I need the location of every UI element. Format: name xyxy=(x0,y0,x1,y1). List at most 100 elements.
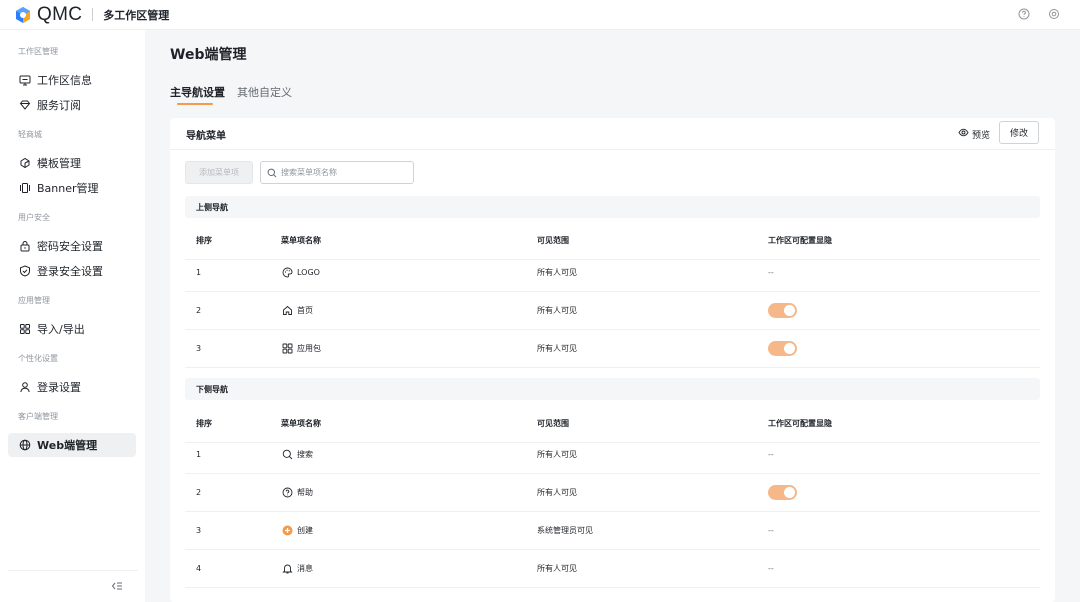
row-configurable: -- xyxy=(768,564,774,573)
table-row: 1 搜索 所有人可见 -- xyxy=(185,436,1040,474)
row-name: 消息 xyxy=(297,564,313,573)
sidebar-item-label: 登录设置 xyxy=(37,381,81,394)
sidebar-item-label: 服务订阅 xyxy=(37,99,81,112)
shield-icon xyxy=(18,265,31,278)
row-order: 3 xyxy=(196,344,202,353)
palette-icon xyxy=(281,267,293,279)
row-visibility: 所有人可见 xyxy=(537,450,577,459)
table-row: 3 创建 系统管理员可见 -- xyxy=(185,512,1040,550)
table-row: 1 LOGO 所有人可见 -- xyxy=(185,254,1040,292)
home-icon xyxy=(281,305,293,317)
row-configurable-cell xyxy=(768,330,797,367)
search-icon xyxy=(267,163,277,182)
top-bar: QMC 多工作区管理 xyxy=(0,0,1080,30)
section-title-bottom-nav: 下侧导航 xyxy=(185,378,1040,400)
preview-button[interactable]: 预览 xyxy=(958,127,990,141)
row-name-cell: 创建 xyxy=(281,512,313,549)
row-name-cell: 帮助 xyxy=(281,474,313,511)
row-name-cell: 应用包 xyxy=(281,330,321,367)
grid-icon xyxy=(18,323,31,336)
sidebar-item-web-management[interactable]: Web端管理 xyxy=(8,433,136,457)
sidebar-item-login-security[interactable]: 登录安全设置 xyxy=(8,259,136,283)
help-icon xyxy=(281,487,293,499)
settings-icon[interactable] xyxy=(1048,8,1060,20)
sidebar-item-label: Banner管理 xyxy=(37,182,99,195)
card-title: 导航菜单 xyxy=(186,131,226,142)
row-name: 创建 xyxy=(297,526,313,535)
table-row: 4 消息 所有人可见 -- xyxy=(185,550,1040,588)
tab-other-custom[interactable]: 其他自定义 xyxy=(237,84,292,100)
table-row: 2 首页 所有人可见 xyxy=(185,292,1040,330)
table-row: 2 帮助 所有人可见 xyxy=(185,474,1040,512)
sidebar-group-title: 个性化设置 xyxy=(18,354,58,363)
active-tab-indicator xyxy=(177,103,213,105)
template-icon xyxy=(18,157,31,170)
banner-icon xyxy=(18,182,31,195)
sidebar-item-label: Web端管理 xyxy=(37,439,98,452)
brand-name: QMC xyxy=(37,3,83,25)
row-order: 2 xyxy=(196,488,202,497)
help-icon[interactable] xyxy=(1018,8,1030,20)
sidebar-item-label: 密码安全设置 xyxy=(37,240,103,253)
row-configurable: -- xyxy=(768,268,774,277)
plus-circle-icon xyxy=(281,525,293,537)
sidebar-item-label: 登录安全设置 xyxy=(37,265,103,278)
row-order: 4 xyxy=(196,564,202,573)
sidebar-item-templates[interactable]: 模板管理 xyxy=(8,151,136,175)
row-configurable-cell xyxy=(768,292,797,329)
globe-icon xyxy=(18,439,31,452)
search-icon xyxy=(281,449,293,461)
table-row: 3 应用包 所有人可见 xyxy=(185,330,1040,368)
sidebar-group-title: 应用管理 xyxy=(18,296,50,305)
monitor-icon xyxy=(18,74,31,87)
row-configurable: -- xyxy=(768,450,774,459)
add-menu-item-button[interactable]: 添加菜单项 xyxy=(185,161,253,184)
tab-main-nav[interactable]: 主导航设置 xyxy=(170,84,225,100)
header-divider xyxy=(92,8,94,21)
user-icon xyxy=(18,381,31,394)
row-order: 3 xyxy=(196,526,202,535)
bell-icon xyxy=(281,563,293,575)
row-visibility: 所有人可见 xyxy=(537,564,577,573)
diamond-icon xyxy=(18,99,31,112)
sidebar-item-workspace-info[interactable]: 工作区信息 xyxy=(8,68,136,92)
row-name: 搜索 xyxy=(297,450,313,459)
sidebar-item-import-export[interactable]: 导入/导出 xyxy=(8,317,136,341)
sidebar: 工作区管理 工作区信息 服务订阅 轻商城 模板管理 Banner管理 用户安全 … xyxy=(0,30,145,602)
row-visibility: 所有人可见 xyxy=(537,268,577,277)
search-input[interactable] xyxy=(281,168,401,177)
sidebar-item-password-security[interactable]: 密码安全设置 xyxy=(8,234,136,258)
sidebar-group-title: 工作区管理 xyxy=(18,47,58,56)
visibility-toggle[interactable] xyxy=(768,485,797,500)
search-field[interactable] xyxy=(260,161,414,184)
tab-bar: 主导航设置 其他自定义 xyxy=(170,84,292,100)
page-title: Web端管理 xyxy=(170,47,247,63)
row-visibility: 所有人可见 xyxy=(537,344,577,353)
eye-icon xyxy=(958,127,969,141)
preview-label: 预览 xyxy=(972,130,991,141)
row-order: 1 xyxy=(196,450,202,459)
sidebar-item-subscription[interactable]: 服务订阅 xyxy=(8,93,136,117)
row-visibility: 系统管理员可见 xyxy=(537,526,593,535)
sidebar-item-banner[interactable]: Banner管理 xyxy=(8,176,136,200)
sidebar-item-login-settings[interactable]: 登录设置 xyxy=(8,375,136,399)
row-order: 2 xyxy=(196,306,202,315)
sidebar-divider xyxy=(8,570,138,571)
row-visibility: 所有人可见 xyxy=(537,488,577,497)
row-name: 应用包 xyxy=(297,344,321,353)
nav-menu-card: 导航菜单 预览 修改 添加菜单项 上侧导航 排序 菜单项名称 可见范围 工作区可… xyxy=(170,118,1055,602)
brand-logo[interactable]: QMC xyxy=(14,4,82,26)
visibility-toggle[interactable] xyxy=(768,303,797,318)
edit-button[interactable]: 修改 xyxy=(999,121,1039,144)
sidebar-group-title: 轻商城 xyxy=(18,130,42,139)
collapse-sidebar-icon[interactable] xyxy=(110,578,124,592)
visibility-toggle[interactable] xyxy=(768,341,797,356)
card-divider xyxy=(170,149,1055,150)
row-name-cell: 搜索 xyxy=(281,436,313,473)
row-name: 首页 xyxy=(297,306,313,315)
row-order: 1 xyxy=(196,268,202,277)
row-name: 帮助 xyxy=(297,488,313,497)
row-name-cell: 消息 xyxy=(281,550,313,587)
sidebar-item-label: 工作区信息 xyxy=(37,74,92,87)
lock-icon xyxy=(18,240,31,253)
